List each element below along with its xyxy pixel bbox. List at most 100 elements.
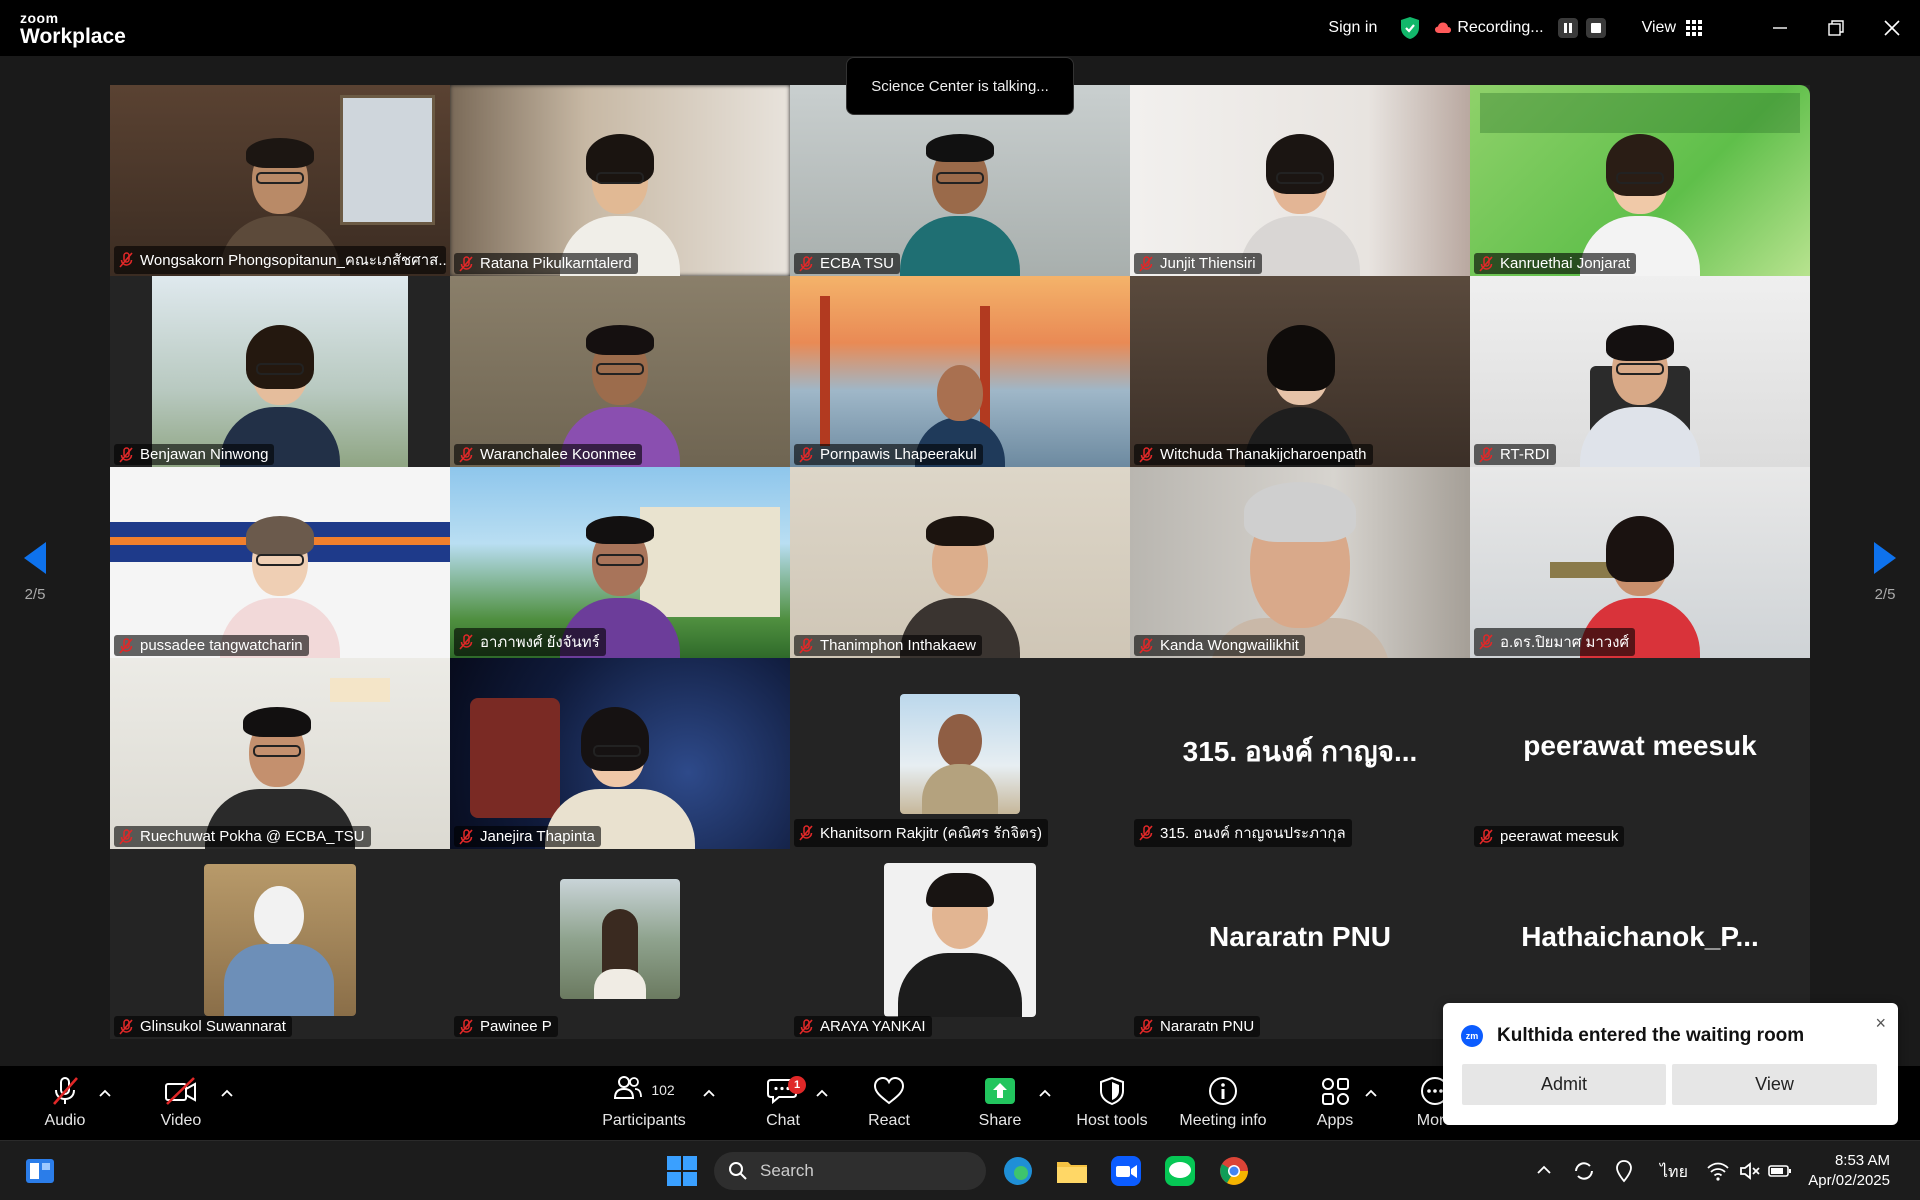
mic-muted-icon bbox=[1139, 1018, 1153, 1035]
search-icon bbox=[729, 1162, 747, 1180]
clock-time: 8:53 AM bbox=[1834, 1152, 1890, 1169]
tray-overflow-chevron-icon[interactable] bbox=[1536, 1163, 1552, 1177]
audio-options-chevron-icon[interactable] bbox=[98, 1086, 112, 1100]
restore-window-button[interactable] bbox=[1808, 0, 1864, 56]
share-button[interactable]: Share bbox=[974, 1066, 1026, 1140]
host-tools-button[interactable]: Host tools bbox=[1072, 1066, 1152, 1140]
participant-tile[interactable]: pussadee tangwatcharin bbox=[110, 467, 450, 658]
close-notification-button[interactable]: × bbox=[1875, 1013, 1886, 1034]
view-menu-button[interactable]: View bbox=[1642, 19, 1702, 37]
mic-muted-icon bbox=[1139, 637, 1153, 654]
next-page-nav[interactable]: 2/5 bbox=[1860, 540, 1910, 603]
participant-name-label: Junjit Thiensiri bbox=[1134, 253, 1262, 274]
zoom-taskbar-icon[interactable] bbox=[1108, 1153, 1144, 1189]
participant-tile[interactable]: ARAYA YANKAI bbox=[790, 849, 1130, 1039]
camera-off-icon bbox=[165, 1077, 196, 1105]
mic-muted-icon bbox=[459, 828, 473, 845]
mic-muted-icon bbox=[799, 825, 813, 841]
input-language-indicator[interactable]: ไทย bbox=[1660, 1160, 1688, 1185]
participant-tile[interactable]: peerawat meesuk peerawat meesuk bbox=[1470, 658, 1810, 849]
participant-name-label: Pawinee P bbox=[454, 1016, 558, 1037]
volume-muted-icon[interactable] bbox=[1738, 1159, 1762, 1183]
video-options-chevron-icon[interactable] bbox=[220, 1086, 234, 1100]
participant-tile[interactable]: อาภาพงศ์ ยังจันทร์ bbox=[450, 467, 790, 658]
heart-icon bbox=[873, 1076, 905, 1105]
apps-options-chevron-icon[interactable] bbox=[1364, 1086, 1378, 1100]
participant-name-label: Ratana Pikulkarntalerd bbox=[454, 253, 638, 274]
start-menu-icon[interactable] bbox=[664, 1153, 700, 1189]
participant-tile[interactable]: Kanda Wongwailikhit bbox=[1130, 467, 1470, 658]
sync-icon[interactable] bbox=[1572, 1159, 1596, 1183]
share-options-chevron-icon[interactable] bbox=[1038, 1086, 1052, 1100]
participant-tile[interactable]: RT-RDI bbox=[1470, 276, 1810, 467]
location-icon[interactable] bbox=[1612, 1159, 1636, 1183]
title-bar: zoom Workplace Sign in Recording... View bbox=[0, 0, 1920, 56]
file-explorer-icon[interactable] bbox=[1054, 1153, 1090, 1189]
participant-display-name: Nararatn PNU bbox=[1208, 921, 1392, 952]
participant-tile[interactable]: Thanimphon Inthakaew bbox=[790, 467, 1130, 658]
encryption-shield-icon[interactable] bbox=[1399, 16, 1421, 40]
participant-display-name: Hathaichanok_P... bbox=[1521, 921, 1759, 952]
participant-tile[interactable]: Wongsakorn Phongsopitanun_คณะเภสัชศาส... bbox=[110, 85, 450, 276]
participant-tile[interactable]: Janejira Thapinta bbox=[450, 658, 790, 849]
minimize-window-button[interactable] bbox=[1752, 0, 1808, 56]
taskbar-search-box[interactable]: Search bbox=[714, 1152, 986, 1190]
participant-tile[interactable]: Witchuda Thanakijcharoenpath bbox=[1130, 276, 1470, 467]
mic-muted-icon bbox=[1139, 825, 1153, 841]
video-button[interactable]: Video bbox=[156, 1066, 206, 1140]
participant-name-label: Ruechuwat Pokha @ ECBA_TSU bbox=[114, 826, 371, 847]
participant-name-label: Pornpawis Lhapeerakul bbox=[794, 444, 983, 465]
stop-recording-button[interactable] bbox=[1585, 18, 1606, 38]
previous-page-nav[interactable]: 2/5 bbox=[10, 540, 60, 603]
wifi-icon[interactable] bbox=[1706, 1159, 1730, 1183]
participant-tile[interactable]: 315. อนงค์ กาญจ... 315. อนงค์ กาญจนประภา… bbox=[1130, 658, 1470, 849]
participant-name-label: Glinsukol Suwannarat bbox=[114, 1016, 292, 1037]
participant-name-label: Kanda Wongwailikhit bbox=[1134, 635, 1305, 656]
battery-icon[interactable] bbox=[1768, 1161, 1792, 1181]
admit-button[interactable]: Admit bbox=[1462, 1064, 1666, 1105]
participant-tile[interactable]: อ.ดร.ปิยมาศ มาวงศ์ bbox=[1470, 467, 1810, 658]
profile-photo bbox=[204, 864, 356, 1016]
minimize-icon bbox=[1773, 27, 1787, 29]
view-waiting-room-button[interactable]: View bbox=[1672, 1064, 1877, 1105]
participant-tile[interactable]: Khanitsorn Rakjitr (คณิศร รักจิตร) bbox=[790, 658, 1130, 849]
close-window-button[interactable] bbox=[1864, 0, 1920, 56]
mic-muted-icon bbox=[799, 446, 813, 463]
participant-tile[interactable]: Benjawan Ninwong bbox=[110, 276, 450, 467]
sign-in-link[interactable]: Sign in bbox=[1328, 19, 1377, 37]
participant-tile[interactable]: Junjit Thiensiri bbox=[1130, 85, 1470, 276]
profile-photo bbox=[884, 863, 1036, 1017]
participant-tile[interactable]: Pawinee P bbox=[450, 849, 790, 1039]
react-label: React bbox=[868, 1112, 910, 1129]
chat-options-chevron-icon[interactable] bbox=[815, 1086, 829, 1100]
mic-muted-icon bbox=[1479, 446, 1493, 463]
participant-tile[interactable]: Nararatn PNU Nararatn PNU bbox=[1130, 849, 1470, 1039]
edge-browser-icon[interactable] bbox=[1000, 1153, 1036, 1189]
participants-label: Participants bbox=[602, 1112, 686, 1129]
line-app-icon[interactable] bbox=[1162, 1153, 1198, 1189]
participant-name-label: RT-RDI bbox=[1474, 444, 1556, 465]
participant-tile[interactable]: Ratana Pikulkarntalerd bbox=[450, 85, 790, 276]
participants-button[interactable]: 102 Participants bbox=[600, 1066, 688, 1140]
widgets-icon[interactable] bbox=[22, 1153, 58, 1189]
participant-name-label: Wongsakorn Phongsopitanun_คณะเภสัชศาส... bbox=[114, 246, 446, 274]
participant-tile[interactable]: Pornpawis Lhapeerakul bbox=[790, 276, 1130, 467]
participant-tile[interactable]: Waranchalee Koonmee bbox=[450, 276, 790, 467]
participant-name-label: Kanruethai Jonjarat bbox=[1474, 253, 1637, 274]
apps-button[interactable]: Apps bbox=[1310, 1066, 1360, 1140]
meeting-info-button[interactable]: Meeting info bbox=[1176, 1066, 1270, 1140]
audio-button[interactable]: Audio bbox=[40, 1066, 90, 1140]
system-clock[interactable]: 8:53 AM Apr/02/2025 bbox=[1808, 1151, 1890, 1191]
participant-name-label: Witchuda Thanakijcharoenpath bbox=[1134, 444, 1373, 465]
react-button[interactable]: React bbox=[864, 1066, 914, 1140]
waiting-room-notification: zm Kulthida entered the waiting room × A… bbox=[1443, 1003, 1898, 1125]
participants-options-chevron-icon[interactable] bbox=[702, 1086, 716, 1100]
participant-name-label: Waranchalee Koonmee bbox=[454, 444, 643, 465]
participant-tile[interactable]: Glinsukol Suwannarat bbox=[110, 849, 450, 1039]
participant-tile[interactable]: Kanruethai Jonjarat bbox=[1470, 85, 1810, 276]
pause-recording-button[interactable] bbox=[1557, 18, 1578, 38]
windows-taskbar: Search ไทย 8:53 AM Apr/02/2025 bbox=[0, 1140, 1920, 1200]
chrome-browser-icon[interactable] bbox=[1216, 1153, 1252, 1189]
participant-tile[interactable]: Ruechuwat Pokha @ ECBA_TSU bbox=[110, 658, 450, 849]
audio-label: Audio bbox=[44, 1112, 86, 1129]
